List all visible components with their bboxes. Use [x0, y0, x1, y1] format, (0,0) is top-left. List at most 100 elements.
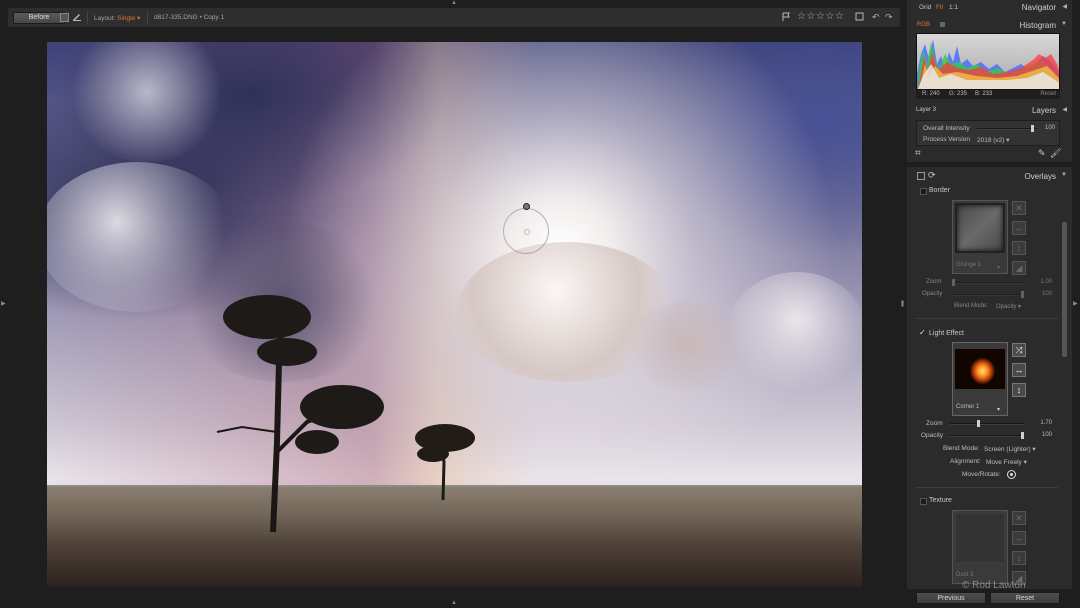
eyedropper-icon[interactable] — [72, 11, 82, 25]
slider-thumb[interactable] — [1031, 125, 1034, 132]
reset-button[interactable]: Reset — [990, 592, 1060, 604]
light-effect-handle[interactable] — [503, 208, 549, 254]
left-panel-toggle-icon[interactable]: ▶ — [1, 300, 6, 307]
histogram-readout: R: 240 G: 235 B: 233 Reset — [916, 90, 1060, 99]
texture-preset-name: Dust 3 — [956, 572, 974, 578]
light-blend-dropdown[interactable]: Screen (Lighter) ▾ — [984, 445, 1036, 453]
fit-option[interactable]: Fit — [936, 4, 943, 11]
red-value: R: 240 — [922, 91, 940, 97]
undo-icon[interactable]: ↶ — [872, 12, 880, 23]
paint-brush-icon[interactable]: 🖌 — [1050, 148, 1061, 159]
light-zoom-label: Zoom — [926, 420, 943, 427]
border-zoom-label: Zoom — [926, 279, 942, 285]
light-effect-preset-picker[interactable]: Corner 1 ▾ — [952, 342, 1008, 416]
brush-icon[interactable]: ✎ — [1038, 148, 1046, 159]
alignment-dropdown[interactable]: Move Freely ▾ — [986, 458, 1027, 466]
light-opacity-label: Opacity — [921, 432, 944, 439]
border-opacity-label: Opacity — [922, 291, 943, 297]
collapse-down-icon[interactable]: ▼ — [1061, 21, 1067, 27]
previous-button[interactable]: Previous — [916, 592, 986, 604]
histogram-channel-dropdown[interactable]: RGB — [917, 22, 930, 28]
border-preset-picker[interactable]: Grunge 1 ▾ — [952, 200, 1008, 274]
layout-dropdown[interactable]: Single — [117, 15, 135, 22]
star-rating[interactable]: ☆☆☆☆☆ — [797, 11, 844, 22]
green-value: G: 235 — [949, 91, 968, 97]
shuffle-icon[interactable]: ✕ — [1012, 511, 1026, 525]
border-zoom-slider[interactable] — [950, 279, 1024, 286]
flip-horizontal-icon[interactable]: ↔ — [1012, 363, 1026, 377]
right-panel-divider-icon[interactable]: ❚ — [900, 300, 905, 307]
move-rotate-target-icon[interactable] — [1007, 470, 1016, 479]
process-version-dropdown[interactable]: 2018 (v2) ▾ — [977, 136, 1010, 144]
light-opacity-slider[interactable] — [950, 432, 1024, 439]
compare-toggle-icon[interactable] — [60, 13, 69, 22]
preset-dropdown-icon[interactable]: ▾ — [997, 264, 1000, 271]
layout-label: Layout: Single ▾ — [94, 15, 141, 22]
alignment-label: Alignment: — [950, 458, 981, 465]
light-effect-rotate-knob[interactable] — [523, 203, 530, 210]
slider-thumb[interactable] — [1021, 291, 1024, 298]
clipping-toggle-icon[interactable] — [940, 22, 945, 27]
border-blend-dropdown[interactable]: Opacity ▾ — [996, 303, 1021, 310]
bottom-panel-toggle-icon[interactable]: ▲ — [451, 600, 457, 606]
crop-frame-icon[interactable] — [855, 12, 864, 24]
border-preset-name: Grunge 1 — [956, 262, 982, 268]
navigator-header[interactable]: Grid Fit 1:1 Navigator ◀ — [907, 0, 1072, 14]
texture-section-label: Texture — [929, 497, 952, 504]
flip-horizontal-icon[interactable]: ↔ — [1012, 531, 1026, 545]
overlays-scrollbar[interactable] — [1062, 222, 1067, 357]
border-checkbox[interactable] — [920, 188, 927, 195]
light-opacity-value[interactable]: 100 — [1030, 432, 1052, 438]
preset-dropdown-icon[interactable]: ▾ — [997, 406, 1000, 413]
slider-thumb[interactable] — [1021, 432, 1024, 439]
border-blend-label: Blend Mode: — [954, 303, 988, 309]
flip-vertical-icon[interactable]: ↕ — [1012, 551, 1026, 565]
collapse-down-icon[interactable]: ▼ — [1061, 172, 1067, 178]
flag-icon[interactable] — [782, 12, 791, 25]
slider-thumb[interactable] — [977, 420, 980, 427]
process-version-label: Process Version — [923, 136, 970, 143]
histogram-header[interactable]: RGB Histogram ▼ — [907, 18, 1072, 32]
border-thumbnail — [955, 203, 1005, 253]
top-panel-toggle-icon[interactable]: ▲ — [451, 0, 457, 6]
refresh-icon[interactable]: ⟳ — [928, 170, 936, 181]
section-divider — [915, 487, 1058, 488]
overall-intensity-value[interactable]: 100 — [1045, 125, 1055, 131]
light-zoom-value[interactable]: 1.70 — [1030, 420, 1052, 426]
histogram-reset-button[interactable]: Reset — [1040, 91, 1056, 97]
toolbar-divider — [87, 11, 88, 25]
move-rotate-label: Move/Rotate: — [962, 471, 1001, 478]
photo-canvas[interactable] — [47, 42, 862, 587]
border-opacity-value[interactable]: 100 — [1030, 291, 1052, 297]
crop-icon[interactable]: ⌗ — [915, 148, 921, 159]
border-opacity-slider[interactable] — [950, 291, 1024, 298]
rotate-icon[interactable]: ◢ — [1012, 261, 1026, 275]
before-button[interactable]: Before — [13, 12, 65, 24]
collapse-left-icon[interactable]: ◀ — [1062, 3, 1067, 10]
grid-option[interactable]: Grid — [919, 4, 931, 11]
flip-vertical-icon[interactable]: ↕ — [1012, 383, 1026, 397]
zoom-1to1-option[interactable]: 1:1 — [949, 4, 958, 11]
light-effect-checkbox[interactable]: ✓ — [919, 329, 926, 337]
redo-icon[interactable]: ↷ — [885, 12, 893, 23]
light-effect-center[interactable] — [524, 229, 530, 235]
texture-preset-picker[interactable]: Dust 3 — [952, 510, 1008, 584]
filename-label: d817-335.DNG • Copy 1 — [154, 14, 225, 21]
shuffle-icon[interactable]: ✕ — [1012, 201, 1026, 215]
shuffle-icon[interactable]: ⤨ — [1012, 343, 1026, 357]
panel-mode-icon[interactable] — [917, 172, 925, 180]
texture-checkbox[interactable] — [920, 498, 927, 505]
light-zoom-slider[interactable] — [950, 420, 1024, 427]
layers-header[interactable]: Layer 3 Layers ◀ — [907, 103, 1072, 117]
cloud — [727, 272, 862, 392]
pine-tree-small — [415, 424, 475, 501]
light-blend-label: Blend Mode: — [943, 445, 980, 452]
right-panel-toggle-icon[interactable]: ▶ — [1073, 300, 1078, 307]
slider-thumb[interactable] — [952, 279, 955, 286]
overall-intensity-slider[interactable] — [977, 125, 1037, 132]
flip-vertical-icon[interactable]: ↕ — [1012, 241, 1026, 255]
flip-horizontal-icon[interactable]: ↔ — [1012, 221, 1026, 235]
collapse-left-icon[interactable]: ◀ — [1062, 106, 1067, 113]
border-zoom-value[interactable]: 1.00 — [1030, 279, 1052, 285]
overlays-header[interactable]: ⟳ Overlays ▼ — [907, 169, 1072, 183]
